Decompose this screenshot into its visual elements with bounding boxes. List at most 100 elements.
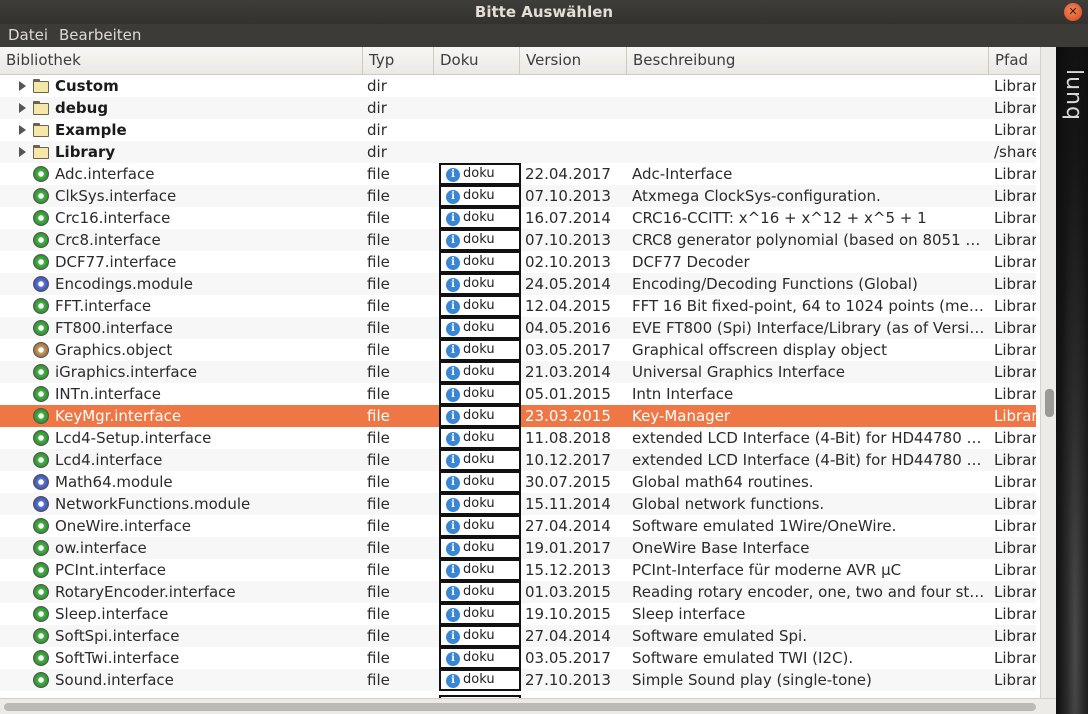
doku-button[interactable]: i doku (439, 295, 521, 317)
info-icon: i (446, 234, 460, 248)
info-icon: i (446, 344, 460, 358)
table-row[interactable]: Lcd4-Setup.interface file i doku 11.08.2018 e… (0, 427, 1036, 449)
table-row[interactable]: FT800.interface file i doku 04.05.2016 EVE FT… (0, 317, 1036, 339)
doku-button[interactable]: i doku (439, 273, 521, 295)
column-beschreibung[interactable]: Beschreibung (627, 47, 989, 75)
table-row[interactable]: Graphics.object file i doku 03.05.2017 Graphi… (0, 339, 1036, 361)
doku-label: doku (463, 342, 495, 357)
doku-button[interactable]: i doku (439, 471, 521, 493)
table-body: Custom dir Librar debug dir Librar Example dir L… (0, 75, 1036, 695)
horizontal-scrollbar[interactable] (0, 698, 1056, 714)
table-row[interactable]: SoftSpi.interface file i doku 27.04.2014 Soft… (0, 625, 1036, 647)
path-cell: Librar (994, 539, 1036, 557)
table-row[interactable]: Sleep.interface file i doku 19.10.2015 Sleep … (0, 603, 1036, 625)
doku-button[interactable]: i doku (439, 207, 521, 229)
close-button[interactable]: ✕ (1064, 3, 1082, 21)
column-typ[interactable]: Typ (363, 47, 434, 75)
table-row[interactable]: INTn.interface file i doku 05.01.2015 Intn In… (0, 383, 1036, 405)
column-doku[interactable]: Doku (434, 47, 520, 75)
folder-icon (33, 101, 49, 115)
doku-button[interactable]: i doku (439, 537, 521, 559)
table-row[interactable]: Crc8.interface file i doku 07.10.2013 CRC8 ge… (0, 229, 1036, 251)
version-cell: 15.12.2013 (525, 561, 611, 579)
library-name: FT800.interface (55, 319, 173, 337)
path-cell: Librar (994, 517, 1036, 535)
table-row[interactable]: DCF77.interface file i doku 02.10.2013 DCF77 … (0, 251, 1036, 273)
library-name: SoftTwi.interface (55, 649, 180, 667)
table-row[interactable]: SoftTwi.interface file i doku 03.05.2017 Soft… (0, 647, 1036, 669)
menu-bearbeiten[interactable]: Bearbeiten (59, 26, 141, 44)
table-row[interactable]: Example dir Librar (0, 119, 1036, 141)
type-cell: file (367, 627, 390, 645)
doku-button[interactable]: i doku (439, 229, 521, 251)
menu-datei[interactable]: Datei (8, 26, 48, 44)
table-row[interactable]: Crc16.interface file i doku 16.07.2014 CRC16-… (0, 207, 1036, 229)
file-icon (33, 584, 49, 600)
column-pfad[interactable]: Pfad (989, 47, 1040, 75)
horizontal-scrollbar-thumb[interactable] (4, 703, 1036, 711)
type-cell: file (367, 341, 390, 359)
doku-button[interactable]: i doku (439, 339, 521, 361)
doku-button[interactable]: i doku (439, 647, 521, 669)
expander-icon[interactable] (19, 103, 26, 113)
doku-label: doku (463, 606, 495, 621)
doku-button[interactable]: i doku (439, 163, 521, 185)
doku-button[interactable]: i doku (439, 449, 521, 471)
table-row[interactable]: iGraphics.interface file i doku 21.03.2014 Un… (0, 361, 1036, 383)
table-row[interactable]: KeyMgr.interface file i doku 23.03.2015 Key-M… (0, 405, 1036, 427)
file-icon (33, 188, 49, 204)
vertical-scrollbar[interactable] (1040, 47, 1056, 698)
version-cell: 03.05.2017 (525, 649, 611, 667)
table-row[interactable]: Math64.module file i doku 30.07.2015 Global m… (0, 471, 1036, 493)
type-cell: file (367, 583, 390, 601)
table-row[interactable]: FFT.interface file i doku 12.04.2015 FFT 16 B… (0, 295, 1036, 317)
type-cell: file (367, 187, 390, 205)
table-row[interactable]: OneWire.interface file i doku 27.04.2014 Soft… (0, 515, 1036, 537)
table-row[interactable]: NetworkFunctions.module file i doku 15.11.20… (0, 493, 1036, 515)
doku-button[interactable]: i doku (439, 603, 521, 625)
description-cell (632, 119, 988, 141)
table-row[interactable]: ClkSys.interface file i doku 07.10.2013 Atxme… (0, 185, 1036, 207)
table-row[interactable]: Adc.interface file i doku 22.04.2017 Adc-Inte… (0, 163, 1036, 185)
type-cell: file (367, 561, 390, 579)
table-row[interactable]: Encodings.module file i doku 24.05.2014 Encod… (0, 273, 1036, 295)
table-row[interactable]: Lcd4.interface file i doku 10.12.2017 extende… (0, 449, 1036, 471)
doku-button[interactable]: i doku (439, 405, 521, 427)
file-icon (33, 430, 49, 446)
doku-button[interactable]: i doku (439, 185, 521, 207)
type-cell: file (367, 209, 390, 227)
file-icon (33, 342, 49, 358)
vertical-scrollbar-thumb[interactable] (1045, 389, 1054, 417)
doku-button[interactable]: i doku (439, 427, 521, 449)
doku-button[interactable]: i doku (439, 669, 521, 691)
table-row[interactable]: PCInt.interface file i doku 15.12.2013 PCInt-… (0, 559, 1036, 581)
doku-button[interactable]: i doku (439, 383, 521, 405)
expander-icon[interactable] (19, 147, 26, 157)
column-bibliothek[interactable]: Bibliothek (0, 47, 363, 75)
table-row[interactable]: debug dir Librar (0, 97, 1036, 119)
column-version[interactable]: Version (520, 47, 627, 75)
doku-button[interactable]: i doku (439, 361, 521, 383)
doku-button[interactable]: i doku (439, 559, 521, 581)
library-name: Example (55, 121, 127, 139)
folder-icon (33, 145, 49, 159)
table-row[interactable]: Custom dir Librar (0, 75, 1036, 97)
doku-button[interactable]: i doku (439, 493, 521, 515)
expander-icon[interactable] (19, 81, 26, 91)
doku-button[interactable]: i doku (439, 515, 521, 537)
type-cell: dir (367, 99, 387, 117)
table-row[interactable]: Library dir/share (0, 141, 1036, 163)
library-name: Graphics.object (55, 341, 173, 359)
expander-icon[interactable] (19, 125, 26, 135)
doku-label: doku (463, 166, 495, 181)
doku-button[interactable]: i doku (439, 317, 521, 339)
table-row[interactable]: RotaryEncoder.interface file i doku 01.03.20… (0, 581, 1036, 603)
table-row[interactable]: ow.interface file i doku 19.01.2017 OneWire B… (0, 537, 1036, 559)
file-icon (33, 452, 49, 468)
table-row[interactable]: Sound.interface file i doku 27.10.2013 Simple… (0, 669, 1036, 691)
doku-button[interactable]: i doku (439, 581, 521, 603)
file-icon (33, 254, 49, 270)
library-name: KeyMgr.interface (55, 407, 182, 425)
doku-button[interactable]: i doku (439, 625, 521, 647)
doku-button[interactable]: i doku (439, 251, 521, 273)
